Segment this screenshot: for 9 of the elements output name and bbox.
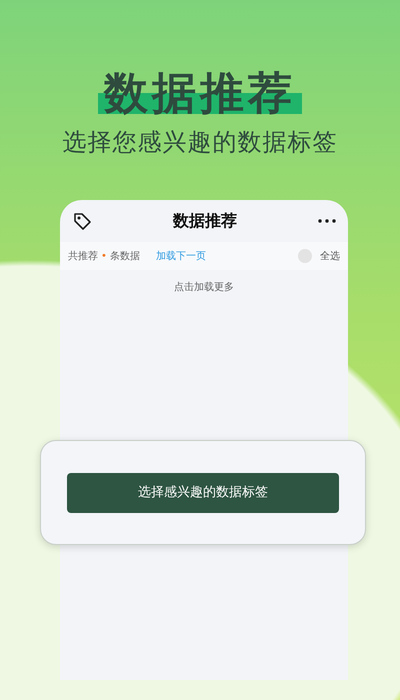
select-all-radio[interactable] — [298, 249, 312, 264]
more-icon[interactable] — [318, 219, 336, 224]
screen-title: 数据推荐 — [173, 210, 237, 232]
select-all-label[interactable]: 全选 — [320, 248, 340, 264]
choose-tags-button[interactable]: 选择感兴趣的数据标签 — [67, 472, 339, 512]
load-more-text[interactable]: 点击加载更多 — [60, 270, 348, 296]
record-count: 共推荐 • 条数据 — [68, 250, 140, 264]
subtitle: 选择您感兴趣的数据标签 — [62, 127, 338, 158]
tag-icon[interactable] — [72, 211, 92, 232]
